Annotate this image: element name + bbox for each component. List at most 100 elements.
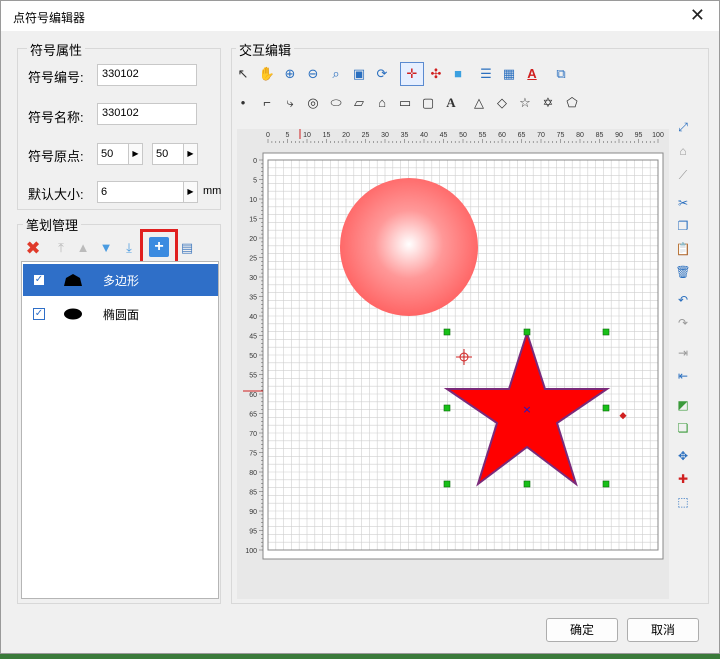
stroke-management-title: 笔划管理 [23, 215, 82, 234]
copy-window-icon[interactable]: ⧉ [551, 64, 571, 84]
interactive-edit-title: 交互编辑 [236, 40, 295, 59]
ellipse-shape[interactable] [340, 178, 478, 316]
duplicate-icon[interactable]: ❏ [673, 418, 693, 438]
rectangle-tool-icon[interactable]: ▭ [395, 93, 415, 113]
origin-y-spinner[interactable]: 50 ▶ [152, 143, 198, 165]
default-size-spinner[interactable]: 6 ▶ [97, 181, 198, 203]
parallelogram-tool-icon[interactable]: ▱ [349, 93, 369, 113]
ruler-x-tick-label: 75 [557, 132, 565, 139]
cut-icon[interactable]: ✂ [673, 193, 693, 213]
ruler-y-tick-label: 60 [249, 392, 257, 399]
star6-tool-icon[interactable]: ✡ [538, 93, 558, 113]
ruler-y-tick-label: 75 [249, 451, 257, 458]
set-origin-icon[interactable]: ✛ [400, 62, 424, 86]
drawing-canvas[interactable]: 0055101015152020252530303535404045455050… [237, 129, 669, 599]
grid-icon[interactable]: ▦ [499, 64, 519, 84]
custom-shape-tool-icon[interactable]: ⬠ [562, 93, 582, 113]
ruler-x-tick-label: 40 [420, 132, 428, 139]
checkbox-icon[interactable]: ✓ [33, 274, 45, 286]
window-title: 点符号编辑器 [13, 11, 86, 25]
list-item-label: 椭圆面 [103, 308, 140, 322]
list-item[interactable]: ✓ 椭圆面 [23, 298, 218, 330]
ruler-y-tick-label: 25 [249, 256, 257, 263]
break-icon[interactable]: ⟋ [673, 165, 693, 185]
stroke-properties-icon[interactable]: ▤ [177, 238, 197, 258]
fill-color-icon[interactable]: ■ [448, 64, 468, 84]
symbol-code-input[interactable]: 330102 [97, 64, 197, 86]
ruler-x-tick-label: 55 [479, 132, 487, 139]
text-tool-icon[interactable]: A [441, 93, 461, 113]
origin-y-arrow-icon[interactable]: ▶ [183, 144, 197, 164]
add-stroke-icon[interactable]: + [149, 237, 169, 257]
ruler-x-tick-label: 65 [518, 132, 526, 139]
default-size-arrow-icon[interactable]: ▶ [183, 182, 197, 202]
curve-tool-icon[interactable]: ⤷ [280, 93, 300, 113]
origin-y-value: 50 [156, 148, 169, 160]
node-edit-icon[interactable]: ⤢ [673, 117, 693, 137]
delete-icon[interactable]: ✖ [23, 238, 43, 258]
origin-x-arrow-icon[interactable]: ▶ [128, 144, 142, 164]
triangle-tool-icon[interactable]: △ [469, 93, 489, 113]
move-icon[interactable]: ✥ [673, 446, 693, 466]
symbol-name-label: 符号名称: [28, 110, 84, 125]
list-item[interactable]: ✓ 多边形 [23, 264, 218, 296]
polygon-stroke-icon [64, 274, 82, 286]
rounded-rect-tool-icon[interactable]: ▢ [418, 93, 438, 113]
refresh-icon[interactable]: ⟳ [372, 64, 392, 84]
svg-text:×: × [522, 403, 531, 416]
zoom-fit-icon[interactable]: ⌕ [326, 64, 346, 84]
mirror-icon[interactable]: ◩ [673, 395, 693, 415]
move-top-icon[interactable]: ⤒ [51, 238, 71, 258]
star5-tool-icon[interactable]: ☆ [515, 93, 535, 113]
ok-button[interactable]: 确定 [546, 618, 618, 642]
text-color-icon[interactable]: A [522, 64, 542, 84]
size-unit-label: mm [203, 185, 222, 197]
align-icon[interactable]: ✚ [673, 469, 693, 489]
cancel-button[interactable]: 取消 [627, 618, 699, 642]
undo-icon[interactable]: ↶ [673, 290, 693, 310]
ruler-y-tick-label: 85 [249, 490, 257, 497]
ruler-y-tick-label: 100 [245, 548, 257, 555]
trash-icon[interactable]: 🗑 [673, 262, 693, 282]
pan-hand-icon[interactable]: ✋ [257, 64, 277, 84]
import-icon[interactable]: ⇥ [673, 343, 693, 363]
arc-polygon-tool-icon[interactable]: ⌂ [372, 93, 392, 113]
list-item-label: 多边形 [103, 274, 140, 288]
default-size-label: 默认大小: [28, 187, 84, 202]
select-arrow-icon[interactable]: ↖ [233, 64, 253, 84]
circle-tool-icon[interactable]: ◎ [303, 93, 323, 113]
ruler-x-tick-label: 60 [498, 132, 506, 139]
redo-icon[interactable]: ↷ [673, 313, 693, 333]
ruler-y-tick-label: 70 [249, 431, 257, 438]
move-down-icon[interactable]: ▼ [96, 238, 116, 258]
point-tool-icon[interactable]: • [233, 93, 253, 113]
checkbox-icon[interactable]: ✓ [33, 308, 45, 320]
close-icon[interactable]: ✕ [690, 5, 705, 26]
resize-icon[interactable]: ⬚ [673, 492, 693, 512]
ruler-x-tick-label: 35 [401, 132, 409, 139]
ruler-y-tick-label: 65 [249, 412, 257, 419]
line-style-icon[interactable]: ☰ [476, 64, 496, 84]
export-icon[interactable]: ⇤ [673, 366, 693, 386]
zoom-out-icon[interactable]: ⊖ [303, 64, 323, 84]
move-bottom-icon[interactable]: ⤓ [119, 238, 139, 258]
polyline-tool-icon[interactable]: ⌐ [257, 93, 277, 113]
paste-icon[interactable]: 📋 [673, 239, 693, 259]
ruler-x-tick-label: 90 [615, 132, 623, 139]
origin-x-spinner[interactable]: 50 ▶ [97, 143, 143, 165]
diamond-tool-icon[interactable]: ◇ [492, 93, 512, 113]
copy-icon[interactable]: ❐ [673, 216, 693, 236]
zoom-in-icon[interactable]: ⊕ [280, 64, 300, 84]
move-up-icon[interactable]: ▲ [73, 238, 93, 258]
move-origin-icon[interactable]: ✣ [426, 64, 446, 84]
origin-x-value: 50 [101, 148, 114, 160]
symbol-name-input[interactable]: 330102 [97, 103, 197, 125]
stroke-list: ✓ 多边形 ✓ 椭圆面 [21, 261, 219, 599]
ruler-y-tick-label: 80 [249, 470, 257, 477]
symbol-properties-title: 符号属性 [27, 40, 86, 59]
ellipse-tool-icon[interactable]: ⬭ [326, 93, 346, 113]
ruler-y-tick-label: 30 [249, 275, 257, 282]
shape-edit-icon[interactable]: ⌂ [673, 141, 693, 161]
full-extent-icon[interactable]: ▣ [349, 64, 369, 84]
title-bar: 点符号编辑器 ✕ [1, 1, 719, 31]
